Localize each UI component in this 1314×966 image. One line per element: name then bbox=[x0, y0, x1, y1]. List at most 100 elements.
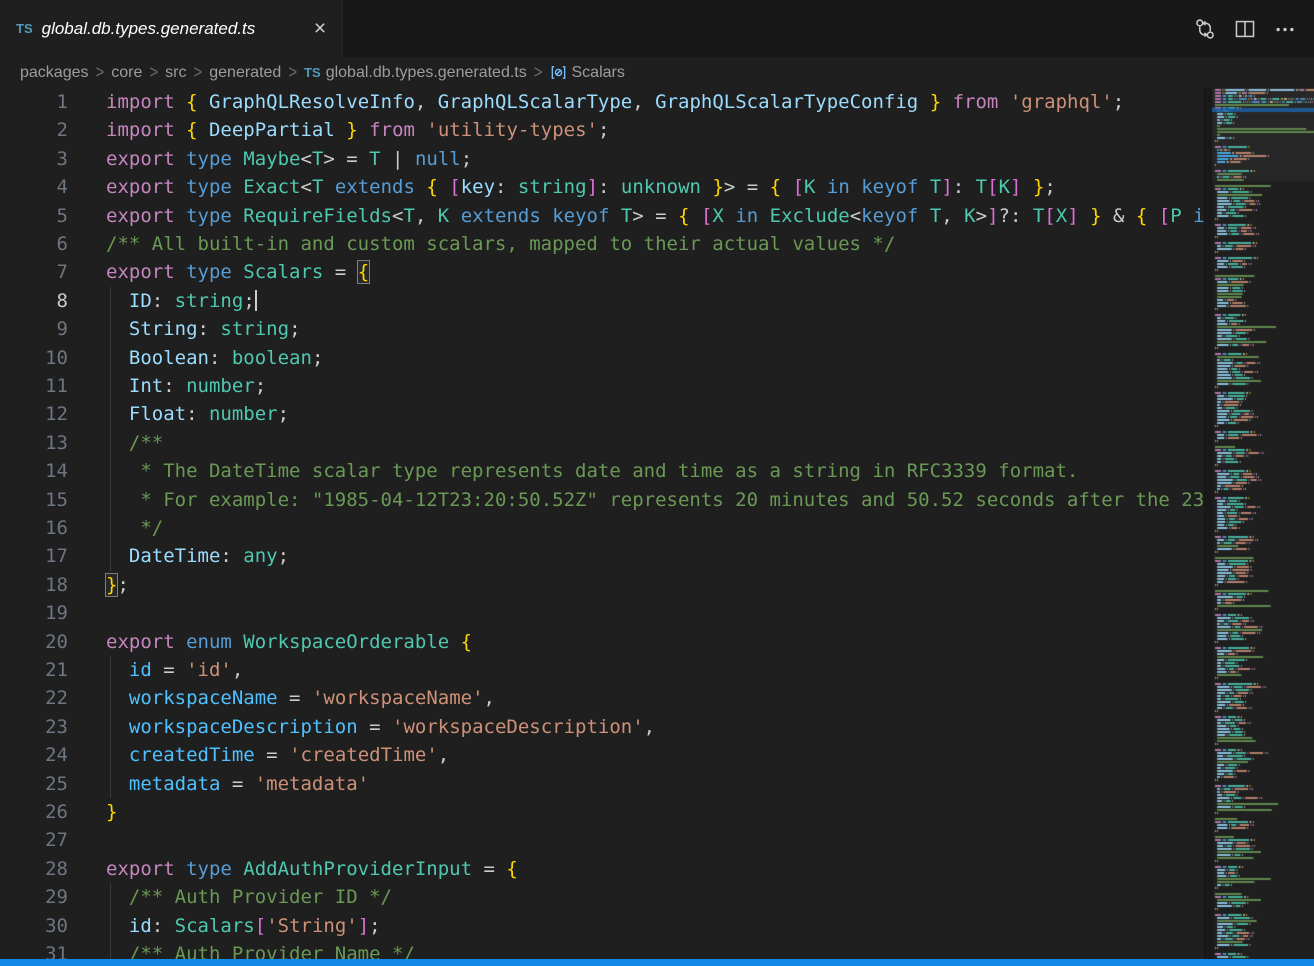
token: keyof bbox=[552, 205, 621, 227]
breadcrumb-item-packages[interactable]: packages bbox=[20, 64, 89, 82]
code-line[interactable]: 6/** All built-in and custom scalars, ma… bbox=[0, 230, 1204, 258]
code-line[interactable]: 16 */ bbox=[0, 514, 1204, 542]
token: GraphQLResolveInfo bbox=[209, 91, 415, 113]
token: Int bbox=[129, 375, 163, 397]
token: { bbox=[678, 205, 689, 227]
token: ; bbox=[369, 915, 380, 937]
close-icon[interactable]: × bbox=[308, 17, 332, 41]
code-line[interactable]: 4 export type Exact<T extends { [key: str… bbox=[0, 173, 1204, 201]
token: { bbox=[358, 261, 369, 283]
line-number: 20 bbox=[0, 628, 68, 656]
code-line[interactable]: 15 * For example: "1985-04-12T23:20:50.5… bbox=[0, 486, 1204, 514]
code-line[interactable]: 25 metadata = 'metadata' bbox=[0, 770, 1204, 798]
line-number: 27 bbox=[0, 826, 68, 854]
token: number bbox=[209, 403, 278, 425]
line-number: 4 bbox=[0, 173, 68, 201]
tab-global-db-types-generated-ts[interactable]: TS global.db.types.generated.ts × bbox=[0, 0, 343, 57]
code-line[interactable]: 29 /** Auth Provider ID */ bbox=[0, 883, 1204, 911]
code-line[interactable]: 23 workspaceDescription = 'workspaceDesc… bbox=[0, 713, 1204, 741]
code-line[interactable]: 24 createdTime = 'createdTime', bbox=[0, 741, 1204, 769]
code-line[interactable]: 22 workspaceName = 'workspaceName', bbox=[0, 684, 1204, 712]
token: > = bbox=[724, 176, 770, 198]
breadcrumb-item-global-db-types-generated-ts[interactable]: TSglobal.db.types.generated.ts bbox=[304, 64, 527, 82]
token: = bbox=[255, 744, 289, 766]
code-line[interactable]: 18}; bbox=[0, 571, 1204, 599]
code-line[interactable]: 31 /** Auth Provider Name */ bbox=[0, 940, 1204, 959]
code-line[interactable]: 28export type AddAuthProviderInput = { bbox=[0, 855, 1204, 883]
breadcrumb-item-scalars[interactable]: Scalars bbox=[550, 64, 625, 82]
token: ; bbox=[312, 347, 323, 369]
token: [ bbox=[793, 176, 804, 198]
breadcrumb-item-core[interactable]: core bbox=[111, 64, 142, 82]
token: type bbox=[186, 176, 243, 198]
token: | bbox=[381, 148, 415, 170]
token bbox=[415, 119, 426, 141]
token: 'workspaceDescription' bbox=[392, 716, 644, 738]
code-line[interactable]: 3 export type Maybe<T> = T | null; bbox=[0, 145, 1204, 173]
code-line[interactable]: 12 Float: number; bbox=[0, 400, 1204, 428]
token: ; bbox=[278, 545, 289, 567]
token: < bbox=[850, 205, 861, 227]
token: } bbox=[930, 91, 941, 113]
bottom-accent-bar bbox=[0, 959, 1314, 966]
breadcrumb-item-generated[interactable]: generated bbox=[209, 64, 281, 82]
token: : bbox=[953, 176, 976, 198]
line-number: 28 bbox=[0, 855, 68, 883]
token: [ bbox=[987, 176, 998, 198]
text-cursor bbox=[255, 290, 257, 311]
code-line[interactable]: 27 bbox=[0, 826, 1204, 854]
code-line[interactable]: 1import { GraphQLResolveInfo, GraphQLSca… bbox=[0, 88, 1204, 116]
token: extends bbox=[449, 205, 552, 227]
token: ; bbox=[289, 318, 300, 340]
code-line[interactable]: 11 Int: number; bbox=[0, 372, 1204, 400]
token: 'utility-types' bbox=[426, 119, 598, 141]
code-line[interactable]: 26} bbox=[0, 798, 1204, 826]
code-text: export type Exact<T extends { [key: stri… bbox=[106, 173, 1056, 201]
token: Maybe bbox=[243, 148, 300, 170]
code-text: export type Maybe<T> = T | null; bbox=[106, 145, 472, 173]
token: ; bbox=[117, 574, 128, 596]
typescript-file-icon: TS bbox=[304, 65, 321, 80]
code-line[interactable]: 10 Boolean: boolean; bbox=[0, 344, 1204, 372]
token bbox=[438, 176, 449, 198]
token: : bbox=[598, 176, 621, 198]
code-line[interactable]: 30 id: Scalars['String']; bbox=[0, 912, 1204, 940]
more-actions-button[interactable] bbox=[1270, 14, 1300, 44]
token: , bbox=[415, 205, 438, 227]
code-line[interactable]: 14 * The DateTime scalar type represents… bbox=[0, 457, 1204, 485]
token bbox=[198, 119, 209, 141]
token: [ bbox=[1044, 205, 1055, 227]
code-line[interactable]: 17 DateTime: any; bbox=[0, 542, 1204, 570]
minimap[interactable] bbox=[1212, 88, 1314, 959]
token: , bbox=[941, 205, 964, 227]
minimap-canvas[interactable] bbox=[1212, 88, 1314, 959]
code-line[interactable]: 13 /** bbox=[0, 429, 1204, 457]
token: { bbox=[770, 176, 781, 198]
code-line[interactable]: 8 ID: string; bbox=[0, 287, 1204, 315]
line-number: 13 bbox=[0, 429, 68, 457]
line-number: 24 bbox=[0, 741, 68, 769]
open-changes-button[interactable] bbox=[1190, 14, 1220, 44]
split-editor-button[interactable] bbox=[1230, 14, 1260, 44]
token: : bbox=[220, 545, 243, 567]
code-line[interactable]: 2import { DeepPartial } from 'utility-ty… bbox=[0, 116, 1204, 144]
code-line[interactable]: 20export enum WorkspaceOrderable { bbox=[0, 628, 1204, 656]
line-number: 7 bbox=[0, 258, 68, 286]
token: T bbox=[1033, 205, 1044, 227]
code-line[interactable]: 7export type Scalars = { bbox=[0, 258, 1204, 286]
token: id bbox=[129, 659, 152, 681]
breadcrumb-item-src[interactable]: src bbox=[165, 64, 186, 82]
line-number: 3 bbox=[0, 145, 68, 173]
token: ] bbox=[987, 205, 998, 227]
code-line[interactable]: 19 bbox=[0, 599, 1204, 627]
token: 'workspaceName' bbox=[312, 687, 484, 709]
token bbox=[358, 119, 369, 141]
code-text: Float: number; bbox=[106, 400, 289, 428]
token bbox=[1021, 176, 1032, 198]
code-line[interactable]: 5export type RequireFields<T, K extends … bbox=[0, 202, 1204, 230]
code-line[interactable]: 9 String: string; bbox=[0, 315, 1204, 343]
token: from bbox=[953, 91, 999, 113]
code-line[interactable]: 21 id = 'id', bbox=[0, 656, 1204, 684]
token: : bbox=[186, 403, 209, 425]
token: } bbox=[346, 119, 357, 141]
